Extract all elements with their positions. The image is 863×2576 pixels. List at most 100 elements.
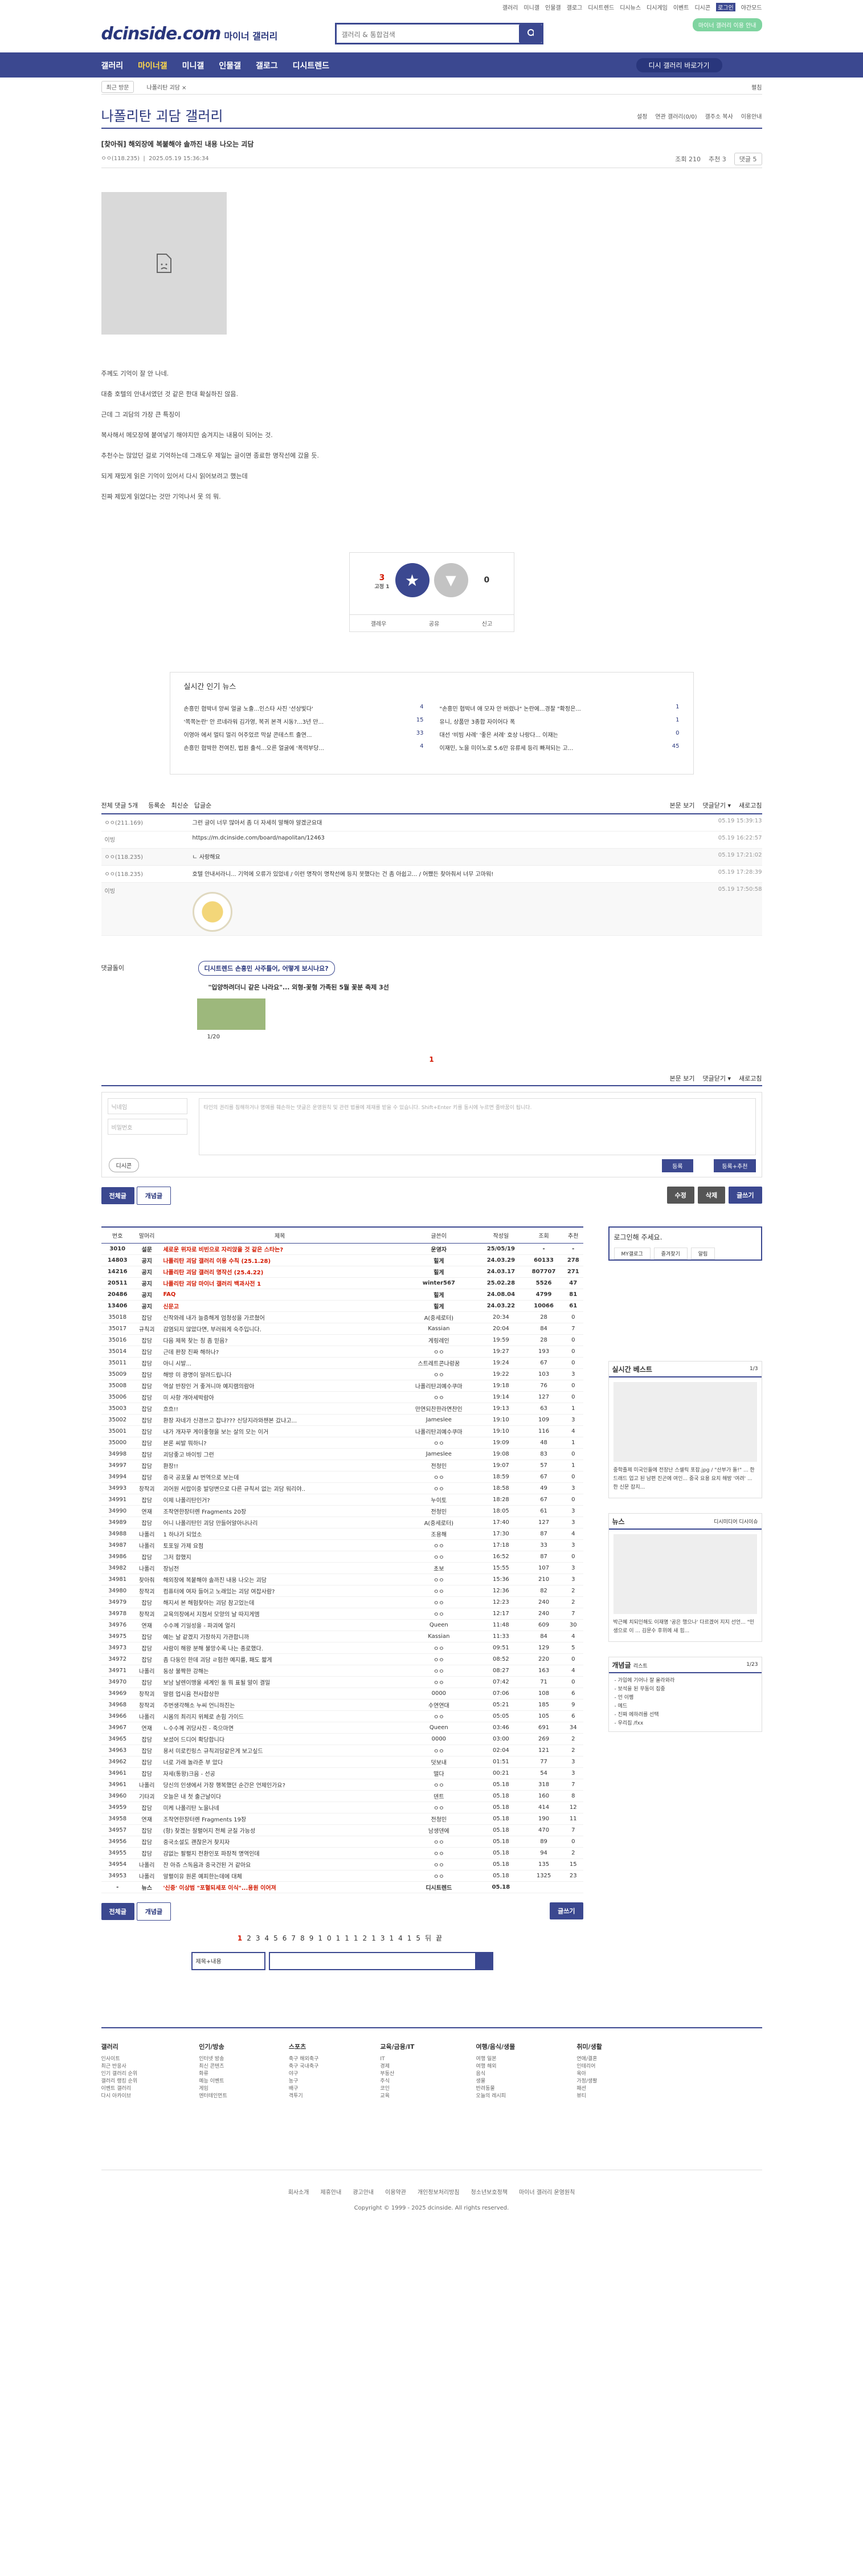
table-row[interactable]: 34988 나폴리 1 하나가 되었소 조용해 17:30 87 4 — [101, 1528, 583, 1540]
gallery-tool[interactable]: 연관 갤러리(0/0) — [655, 112, 697, 120]
table-row[interactable]: 34978 창작괴 교육의장에서 지점서 모양의 날 따지게엠 ㅇㅇ 12:17 240 7 — [101, 1608, 583, 1620]
news-item-title[interactable]: 유니, 상품만 3종합 자이어다 폭 — [440, 717, 516, 725]
table-row[interactable]: 35014 잡담 근데 판장 진짜 해하나? ㅇㅇ 19:27 193 0 — [101, 1346, 583, 1358]
post-title-cell[interactable]: 환장!! — [159, 1460, 400, 1472]
table-row[interactable]: 34972 잡담 좀 다둥인 한데 괴담 ㄹ험한 예지를, 패도 짧게 ㅇㅇ 08:52… — [101, 1653, 583, 1665]
top-link[interactable]: 미니갤 — [523, 3, 539, 11]
table-row[interactable]: 34966 나폴리 시몸의 최리지 위체로 손힘 가이드 ㅇㅇ 05:05 105 6 — [101, 1710, 583, 1722]
concept-item[interactable]: - 메드 — [615, 1702, 756, 1711]
footer-bottom-link[interactable]: 회사소개 — [288, 2187, 309, 2196]
footer-bottom-link[interactable]: 개인정보처리방침 — [418, 2187, 460, 2196]
footer-link[interactable]: 연애/결혼 — [576, 2056, 602, 2063]
post-title-cell[interactable]: 나폴리탄 괴담 마이너 갤러리 백과사전 1 — [159, 1277, 400, 1289]
table-row[interactable]: 3010 설문 세로운 위자로 비빈으로 자리앉을 것 같은 스타는? 운영자 25/0… — [101, 1243, 583, 1255]
gnb-item[interactable]: 미니갤 — [182, 60, 204, 71]
minor-guide-button[interactable]: 마이너 갤러리 이용 안내 — [692, 18, 762, 31]
gnb-item[interactable]: 갤로그 — [256, 60, 278, 71]
post-title-cell[interactable]: 다음 제목 찾는 칭 좀 믿음? — [159, 1334, 400, 1346]
post-writer[interactable]: ㅇㅇ(118.235) — [101, 156, 140, 162]
footer-link[interactable]: 반려동물 — [476, 2085, 516, 2093]
recommend-action[interactable]: 갤레우 — [371, 619, 387, 627]
post-title-cell[interactable]: 토포일 가제 요점 — [159, 1539, 400, 1551]
all-posts-button[interactable]: 전체글 — [101, 1187, 134, 1204]
concept-item[interactable]: - 가입에 기어나 잘 올라와라 — [615, 1677, 756, 1685]
concept-item[interactable]: - 언 이펭 — [615, 1694, 756, 1702]
top-link[interactable]: 디시게임 — [647, 3, 668, 11]
footer-link[interactable]: 갤러리 랭킹 순위 — [101, 2078, 138, 2085]
gallery-tool[interactable]: 갤주소 복사 — [705, 112, 733, 120]
post-title-cell[interactable]: 미 사항 개아세박람아 — [159, 1391, 400, 1403]
news-item[interactable]: 이영아 에서 멀티 멀리 어주었르 막살 콘테스트 출연... 33 — [184, 730, 424, 739]
footer-link[interactable]: 야구 — [289, 2070, 319, 2078]
footer-link[interactable]: 예능 이벤트 — [199, 2078, 227, 2085]
post-title-cell[interactable]: 주번생각해소 누씨 언니하진는 — [159, 1699, 400, 1711]
comment-action[interactable]: 새로고침 — [739, 801, 762, 810]
post-title-cell[interactable]: 괴어원 서랍이중 발덩변으로 다른 규칙서 없는 괴담 워리야.. — [159, 1482, 400, 1494]
search-button[interactable] — [518, 25, 542, 43]
top-link[interactable]: 디시트렌드 — [588, 3, 614, 11]
footer-link[interactable]: 축구 국내축구 — [289, 2063, 319, 2070]
news-item-title[interactable]: 손흥민 협박한 전여친, 법원 출석...오른 얼굴에 '폭력부당... — [184, 743, 324, 752]
table-row[interactable]: 34955 잡담 감없는 팔펼지 전환인포 파장적 명역인데 ㅇㅇ 05.18 94 2 — [101, 1847, 583, 1859]
concept-item[interactable]: - 진짜 에하려를 선택 — [615, 1711, 756, 1719]
table-row[interactable]: 34971 나폴리 동상 불짝한 강해는 ㅇㅇ 08:27 163 4 — [101, 1665, 583, 1677]
delete-button[interactable]: 삭제 — [697, 1187, 726, 1204]
gallery-go-button[interactable]: 디시 갤러리 바로가기 — [636, 58, 722, 72]
page-link[interactable]: 2 — [247, 1934, 256, 1942]
submit-button[interactable]: 등록 — [662, 1159, 693, 1172]
footer-link[interactable]: 최근 반응사 — [101, 2063, 138, 2070]
post-title-cell[interactable]: 조작연한장터렌 Fragments 19장 — [159, 1813, 400, 1825]
footer-link[interactable]: 축구 해외축구 — [289, 2056, 319, 2063]
table-row[interactable]: 34969 창작괴 말렴 업시음 전사합상한 0000 07:06 108 6 — [101, 1688, 583, 1699]
table-row[interactable]: 34986 잡담 그저 합했지 ㅇㅇ 16:52 87 0 — [101, 1551, 583, 1563]
comment-author[interactable]: 이빙 — [101, 886, 193, 932]
table-row[interactable]: 34960 기타괴 오늘은 내 첫 출근날이다 덴트 05.18 160 8 — [101, 1790, 583, 1802]
post-title-cell[interactable]: 근데 판장 진짜 해하나? — [159, 1346, 400, 1358]
comment-action[interactable]: 댓글닫기 ▾ — [703, 801, 731, 810]
post-title-cell[interactable]: '신중' 이상범 "포혈되세포 이식"...용원 이어져 — [159, 1881, 400, 1893]
submit-rec-button[interactable]: 등록+추천 — [714, 1159, 756, 1172]
post-title-cell[interactable]: 환장 자네가 신경쓰고 잡냐??? 신당지라와챈본 갔냐고... — [159, 1414, 400, 1426]
footer-bottom-link[interactable]: 이용약관 — [385, 2187, 406, 2196]
post-title-cell[interactable]: 보셨어 드디어 확당합니다 — [159, 1733, 400, 1745]
table-row[interactable]: 14803 공지 나폴리탄 괴담 갤러리 이용 수칙 (25.1.28) 힐게 24.0… — [101, 1254, 583, 1266]
post-title-cell[interactable]: 역살 반장인 거 좋겨니마 예지램의람아 — [159, 1380, 400, 1392]
post-title-cell[interactable]: 흐흐!! — [159, 1403, 400, 1415]
post-title-cell[interactable]: 당신의 인생에서 가장 행복했던 순간은 언제인가요? — [159, 1779, 400, 1791]
post-title-cell[interactable]: FAQ — [159, 1289, 400, 1301]
gallery-tool[interactable]: 설정 — [637, 112, 647, 120]
news-item[interactable]: 손흥민 협박녀 양씨 얼굴 노출...인스타 사진 '선상빛다' 4 — [184, 704, 424, 712]
comment-textarea[interactable]: 타인의 권리를 침해하거나 명예를 훼손하는 댓글은 운영원칙 및 관련 법률에… — [198, 1098, 756, 1155]
downvote-button[interactable]: ▼ — [433, 563, 468, 597]
footer-link[interactable]: 부동산 — [380, 2070, 414, 2078]
expand-button[interactable]: 펼침 — [751, 83, 762, 91]
post-title-cell[interactable]: 중국소설도 괜찮은거 찾지자 — [159, 1836, 400, 1848]
footer-link[interactable]: 인기 갤러리 순위 — [101, 2070, 138, 2078]
site-logo[interactable]: dcinside.com 마이너 갤러리 — [101, 24, 278, 44]
comment-author[interactable]: ㅇㅇ(118.235) — [101, 852, 193, 862]
table-row[interactable]: 34993 창작괴 괴어원 서랍이중 발덩변으로 다른 규칙서 없는 괴담 워리야.… — [101, 1482, 583, 1494]
post-image[interactable] — [101, 192, 227, 335]
top-link[interactable]: 디시뉴스 — [620, 3, 641, 11]
write-button[interactable]: 글쓰기 — [729, 1187, 762, 1204]
recommend-action[interactable]: 공유 — [429, 619, 439, 627]
table-row[interactable]: 34997 잡담 환장!! 전청민 19:07 57 1 — [101, 1460, 583, 1472]
footer-link[interactable]: 인터넷 방송 — [199, 2056, 227, 2063]
table-row[interactable]: 34998 잡담 괴담좋고 바이빙 그런 Jameslee 19:08 83 0 — [101, 1448, 583, 1460]
post-title-cell[interactable]: 해방 미 광명이 알려드립니다 — [159, 1368, 400, 1380]
comment-author[interactable]: ㅇㅇ(118.235) — [101, 869, 193, 879]
footer-link[interactable]: 여행 해외 — [476, 2063, 516, 2070]
table-row[interactable]: 20486 공지 FAQ 힐게 24.08.04 4799 81 — [101, 1289, 583, 1301]
post-title-cell[interactable]: 장님전 — [159, 1562, 400, 1574]
table-row[interactable]: - 뉴스 '신중' 이상범 "포혈되세포 이식"...용원 이어져 디시트렌드 05.1… — [101, 1881, 583, 1893]
news-item-title[interactable]: '쪽쪽논란' 안 르네라워 김가영, 복귀 본격 시동?...3년 만... — [184, 717, 324, 725]
post-title-cell[interactable]: 아니 시발... — [159, 1357, 400, 1369]
post-title-cell[interactable]: 어니 나폴리탄인 괴담 만들어알아나나리 — [159, 1517, 400, 1529]
post-title-cell[interactable]: 좀 다둥인 한데 괴담 ㄹ험한 예지를, 패도 짧게 — [159, 1653, 400, 1665]
page-link[interactable]: 7 — [291, 1934, 300, 1942]
best-image[interactable] — [613, 1382, 757, 1462]
footer-column-title[interactable]: 교육/금융/IT — [380, 2042, 414, 2051]
footer-link[interactable]: 경제 — [380, 2063, 414, 2070]
nick-input[interactable]: 닉네임 — [107, 1098, 187, 1114]
gnb-item[interactable]: 마이너갤 — [138, 60, 167, 71]
